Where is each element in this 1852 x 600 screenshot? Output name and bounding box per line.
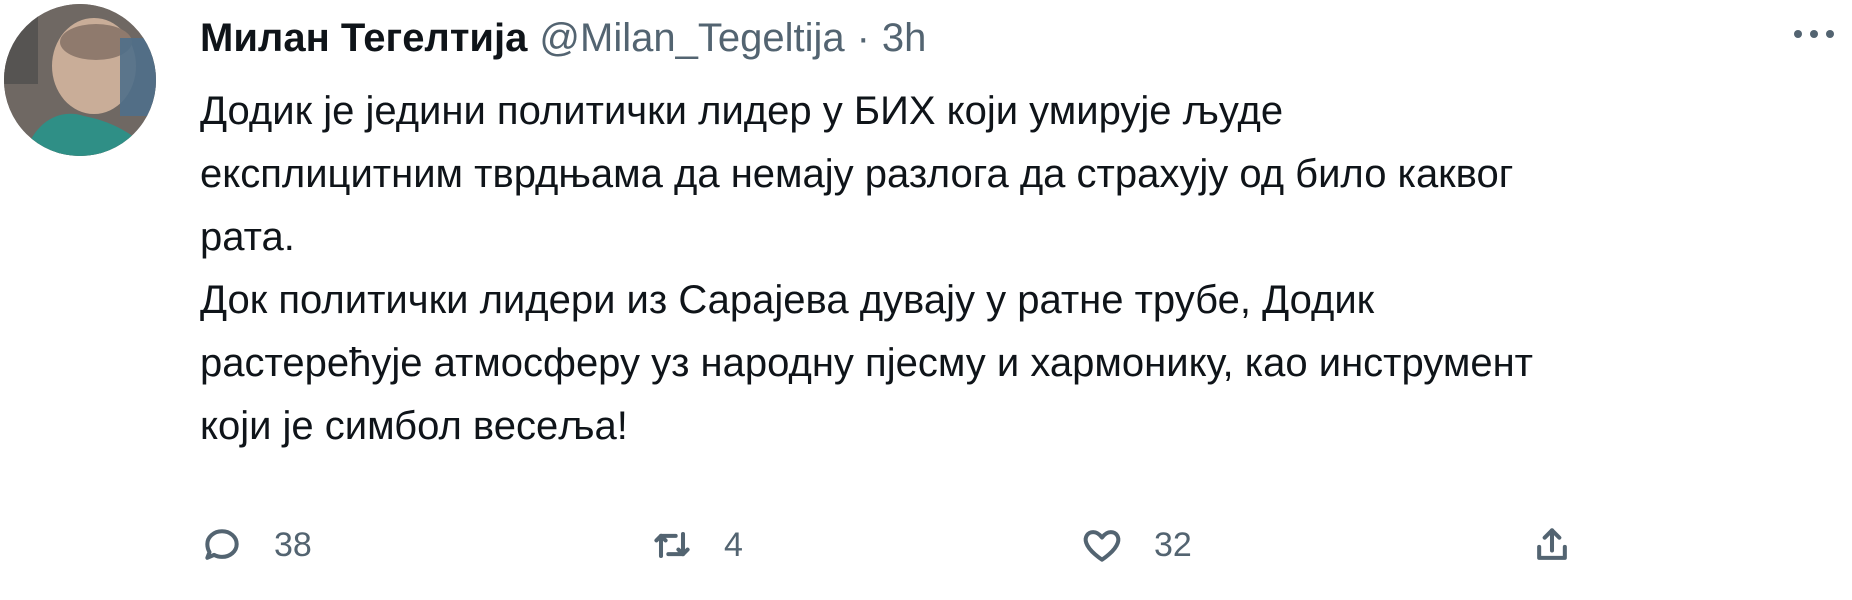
heart-icon	[1083, 530, 1121, 562]
user-handle[interactable]: @Milan_Tegeltija	[539, 16, 844, 61]
more-dot-icon	[1810, 30, 1818, 38]
more-dot-icon	[1794, 30, 1802, 38]
reply-icon	[205, 529, 239, 560]
display-name[interactable]: Милан Тегелтија	[200, 16, 527, 61]
more-options-button[interactable]	[1786, 14, 1842, 54]
retweet-button[interactable]: 4	[650, 515, 743, 575]
tweet-text: Додик је једини политички лидер у БИХ ко…	[200, 80, 1830, 458]
separator-dot: ·	[856, 15, 870, 60]
more-dot-icon	[1826, 30, 1834, 38]
share-icon	[1537, 528, 1567, 560]
avatar[interactable]	[4, 4, 156, 156]
like-button[interactable]: 32	[1080, 515, 1192, 575]
tweet-paragraph-1: Додик је једини политички лидер у БИХ ко…	[200, 89, 1514, 259]
reply-count: 38	[274, 525, 312, 564]
share-button[interactable]	[1530, 515, 1574, 575]
tweet-header: Милан Тегелтија @Milan_Tegeltija · 3h	[200, 8, 926, 68]
like-count: 32	[1154, 525, 1192, 564]
retweet-icon	[654, 531, 690, 559]
tweet-actions: 38 4 32	[200, 515, 1640, 575]
retweet-count: 4	[724, 525, 743, 564]
tweet-timestamp[interactable]: 3h	[882, 16, 927, 61]
tweet-paragraph-2: Док политички лидери из Сарајева дувају …	[200, 278, 1533, 448]
avatar-image	[4, 4, 156, 156]
reply-button[interactable]: 38	[200, 515, 312, 575]
